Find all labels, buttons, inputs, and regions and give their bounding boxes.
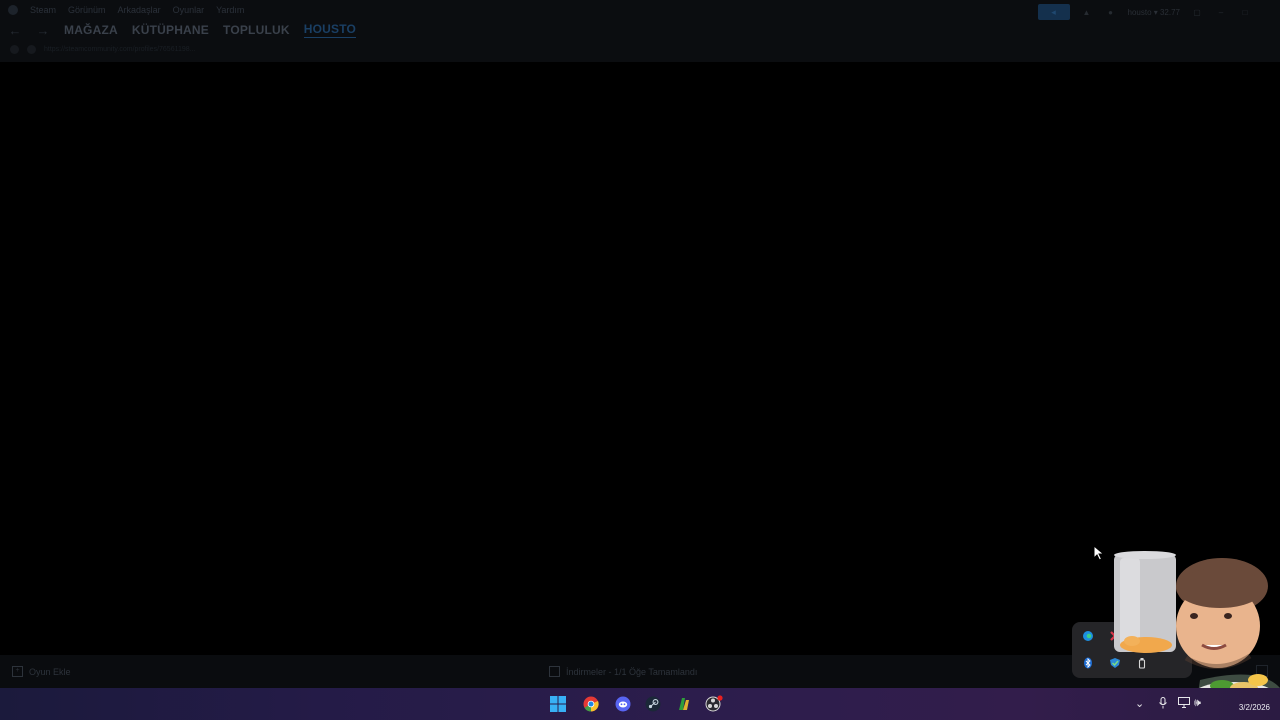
downloads-button[interactable]: İndirmeler - 1/1 Öğe Tamamlandı [549, 666, 697, 677]
url-bar: https://steamcommunity.com/profiles/7656… [10, 45, 195, 54]
clock-date[interactable]: 3/2/2026 [1239, 703, 1270, 712]
back-arrow-icon[interactable]: ← [8, 23, 22, 38]
steam-nav: ← → MAĞAZA KÜTÜPHANE TOPLULUK HOUSTO [8, 22, 357, 38]
volume-icon[interactable]: 🕪 [1194, 697, 1201, 710]
downloads-label: İndirmeler - 1/1 Öğe Tamamlandı [566, 666, 698, 677]
green-app-icon[interactable] [673, 693, 695, 715]
steam-menu-bar: Steam Görünüm Arkadaşlar Oyunlar Yardım [8, 5, 244, 15]
broadcast-icon: ◂ [1051, 6, 1056, 17]
menu-item-help[interactable]: Yardım [216, 5, 244, 15]
edge-icon[interactable] [1081, 629, 1095, 643]
chevron-up-icon[interactable]: ⌄ [1135, 697, 1144, 710]
chrome-icon[interactable] [580, 693, 602, 715]
tab-community[interactable]: TOPLULUK [223, 23, 290, 37]
menu-item-view[interactable]: Görünüm [68, 5, 106, 15]
obs-icon[interactable] [703, 693, 725, 715]
broadcast-button[interactable]: ◂ [1037, 4, 1070, 20]
downloads-icon [549, 666, 560, 677]
window-controls: ◂ ▲ ● housto ▾ 32.77 ▢ – □ [1037, 4, 1253, 20]
bluetooth-icon[interactable] [1081, 656, 1095, 670]
menu-item-steam[interactable]: Steam [30, 5, 56, 15]
menu-item-games[interactable]: Oyunlar [173, 5, 205, 15]
add-game-button[interactable]: + Oyun Ekle [12, 666, 71, 677]
discord-icon[interactable] [612, 693, 634, 715]
tab-profile[interactable]: HOUSTO [303, 22, 357, 38]
plus-icon: + [12, 666, 23, 677]
steam-icon[interactable] [642, 693, 664, 715]
avatar[interactable]: ● [1104, 8, 1118, 17]
steam-window: Steam Görünüm Arkadaşlar Oyunlar Yardım … [0, 0, 1280, 688]
steam-header: Steam Görünüm Arkadaşlar Oyunlar Yardım … [0, 0, 1280, 62]
network-icon[interactable] [1178, 697, 1190, 711]
restore-icon[interactable]: ▢ [1190, 8, 1204, 17]
url-text[interactable]: https://steamcommunity.com/profiles/7656… [44, 46, 195, 53]
tab-library[interactable]: KÜTÜPHANE [132, 23, 209, 37]
minimize-icon[interactable]: – [1214, 8, 1228, 17]
menu-item-friends[interactable]: Arkadaşlar [118, 5, 161, 15]
account-label[interactable]: housto ▾ 32.77 [1128, 8, 1181, 17]
lock-icon [27, 45, 36, 54]
windows-start-icon[interactable] [547, 693, 569, 715]
tab-store[interactable]: MAĞAZA [64, 23, 118, 37]
mouse-cursor-icon [1093, 545, 1105, 561]
refresh-icon[interactable] [10, 45, 19, 54]
add-game-label: Oyun Ekle [29, 666, 71, 677]
maximize-icon[interactable]: □ [1238, 8, 1252, 17]
forward-arrow-icon[interactable]: → [36, 23, 50, 38]
taskbar: ⌄ 🕪 3/2/2026 [0, 688, 1280, 720]
notification-icon[interactable]: ▲ [1080, 8, 1094, 17]
steam-logo-icon [8, 5, 18, 15]
microphone-icon[interactable] [1158, 697, 1168, 712]
